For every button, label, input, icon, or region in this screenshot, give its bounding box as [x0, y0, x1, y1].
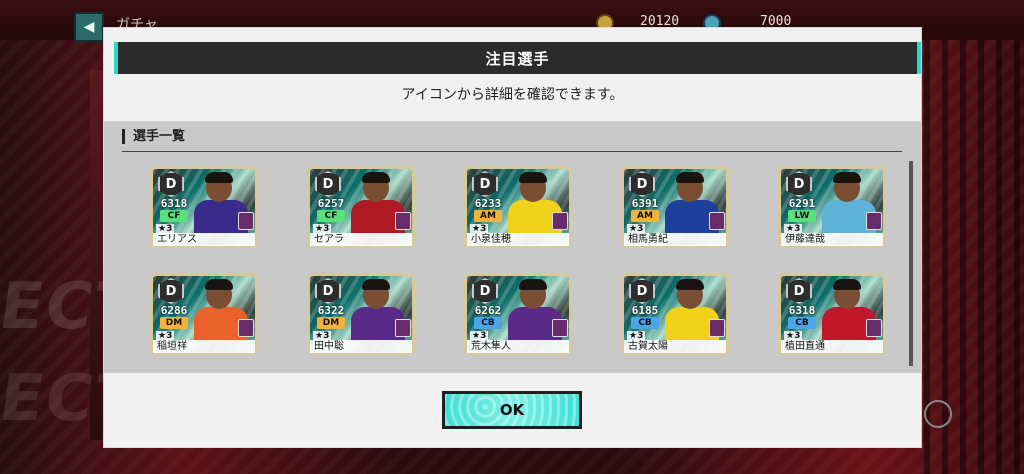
- player-card[interactable]: D 6262 CB ★3 荒木隼人: [464, 273, 572, 355]
- club-emblem-icon: [552, 319, 568, 337]
- player-list-area: 選手一覧 D 6318 CF ★3 エリアス D 6257 CF ★3 セアラ …: [104, 121, 921, 373]
- dialog-title: 注目選手: [485, 49, 550, 68]
- club-emblem-icon: [866, 319, 882, 337]
- player-card[interactable]: D 6291 LW ★3 伊藤達哉: [778, 166, 886, 248]
- player-rating: 6286: [160, 304, 188, 317]
- dialog-subtitle: アイコンから詳細を確認できます。: [401, 87, 624, 103]
- player-hair: [519, 279, 547, 290]
- player-name: 小泉佳穂: [467, 233, 569, 246]
- gem-count: 7000: [760, 14, 792, 29]
- search-icon: [924, 400, 952, 428]
- position-tag: DM: [160, 317, 188, 329]
- position-tag: AM: [631, 210, 659, 222]
- player-card[interactable]: D 6391 AM ★3 相馬勇紀: [621, 166, 729, 248]
- scrollbar-thumb[interactable]: [909, 161, 913, 366]
- player-name: 相馬勇紀: [624, 233, 726, 246]
- coin-count: 20120: [640, 14, 680, 29]
- club-emblem-icon: [238, 319, 254, 337]
- player-hair: [205, 279, 233, 290]
- player-name: 稲垣祥: [153, 340, 255, 353]
- player-rating: 6291: [788, 197, 816, 210]
- ok-button-label: OK: [499, 401, 525, 419]
- player-card[interactable]: D 6233 AM ★3 小泉佳穂: [464, 166, 572, 248]
- player-rating: 6318: [160, 197, 188, 210]
- player-name: 田中聡: [310, 340, 412, 353]
- player-rating: 6318: [788, 304, 816, 317]
- player-rating: 6262: [474, 304, 502, 317]
- player-name: セアラ: [310, 233, 412, 246]
- player-rating: 6185: [631, 304, 659, 317]
- player-rating: 6322: [317, 304, 345, 317]
- player-name: 古賀太陽: [624, 340, 726, 353]
- section-divider: [122, 151, 902, 152]
- position-tag: CF: [317, 210, 345, 222]
- club-emblem-icon: [866, 212, 882, 230]
- player-name: エリアス: [153, 233, 255, 246]
- player-hair: [519, 172, 547, 183]
- player-name: 伊藤達哉: [781, 233, 883, 246]
- player-rating: 6391: [631, 197, 659, 210]
- player-hair: [362, 279, 390, 290]
- position-tag: CB: [631, 317, 659, 329]
- player-card[interactable]: D 6257 CF ★3 セアラ: [307, 166, 415, 248]
- player-hair: [833, 172, 861, 183]
- section-heading: 選手一覧: [122, 129, 185, 144]
- back-button[interactable]: ◀: [74, 12, 104, 42]
- club-emblem-icon: [395, 319, 411, 337]
- player-hair: [676, 172, 704, 183]
- club-emblem-icon: [709, 212, 725, 230]
- club-emblem-icon: [238, 212, 254, 230]
- player-rating: 6257: [317, 197, 345, 210]
- player-card[interactable]: D 6322 DM ★3 田中聡: [307, 273, 415, 355]
- ok-button-face: OK: [445, 394, 579, 426]
- player-card[interactable]: D 6286 DM ★3 稲垣祥: [150, 273, 258, 355]
- club-emblem-icon: [552, 212, 568, 230]
- featured-players-dialog: 注目選手 アイコンから詳細を確認できます。 選手一覧 D 6318 CF ★3 …: [104, 28, 921, 447]
- player-hair: [362, 172, 390, 183]
- back-arrow-icon: ◀: [83, 19, 95, 35]
- player-name: 荒木隼人: [467, 340, 569, 353]
- club-emblem-icon: [709, 319, 725, 337]
- club-emblem-icon: [395, 212, 411, 230]
- player-hair: [833, 279, 861, 290]
- player-name: 植田直通: [781, 340, 883, 353]
- position-tag: CB: [474, 317, 502, 329]
- player-hair: [676, 279, 704, 290]
- position-tag: DM: [317, 317, 345, 329]
- position-tag: LW: [788, 210, 816, 222]
- scrollbar[interactable]: [909, 161, 913, 366]
- player-rating: 6233: [474, 197, 502, 210]
- player-card[interactable]: D 6318 CB ★3 植田直通: [778, 273, 886, 355]
- player-hair: [205, 172, 233, 183]
- position-tag: CB: [788, 317, 816, 329]
- player-card[interactable]: D 6318 CF ★3 エリアス: [150, 166, 258, 248]
- position-tag: AM: [474, 210, 502, 222]
- player-card[interactable]: D 6185 CB ★3 古賀太陽: [621, 273, 729, 355]
- position-tag: CF: [160, 210, 188, 222]
- ok-button[interactable]: OK: [442, 391, 582, 429]
- dialog-header: 注目選手: [114, 42, 921, 74]
